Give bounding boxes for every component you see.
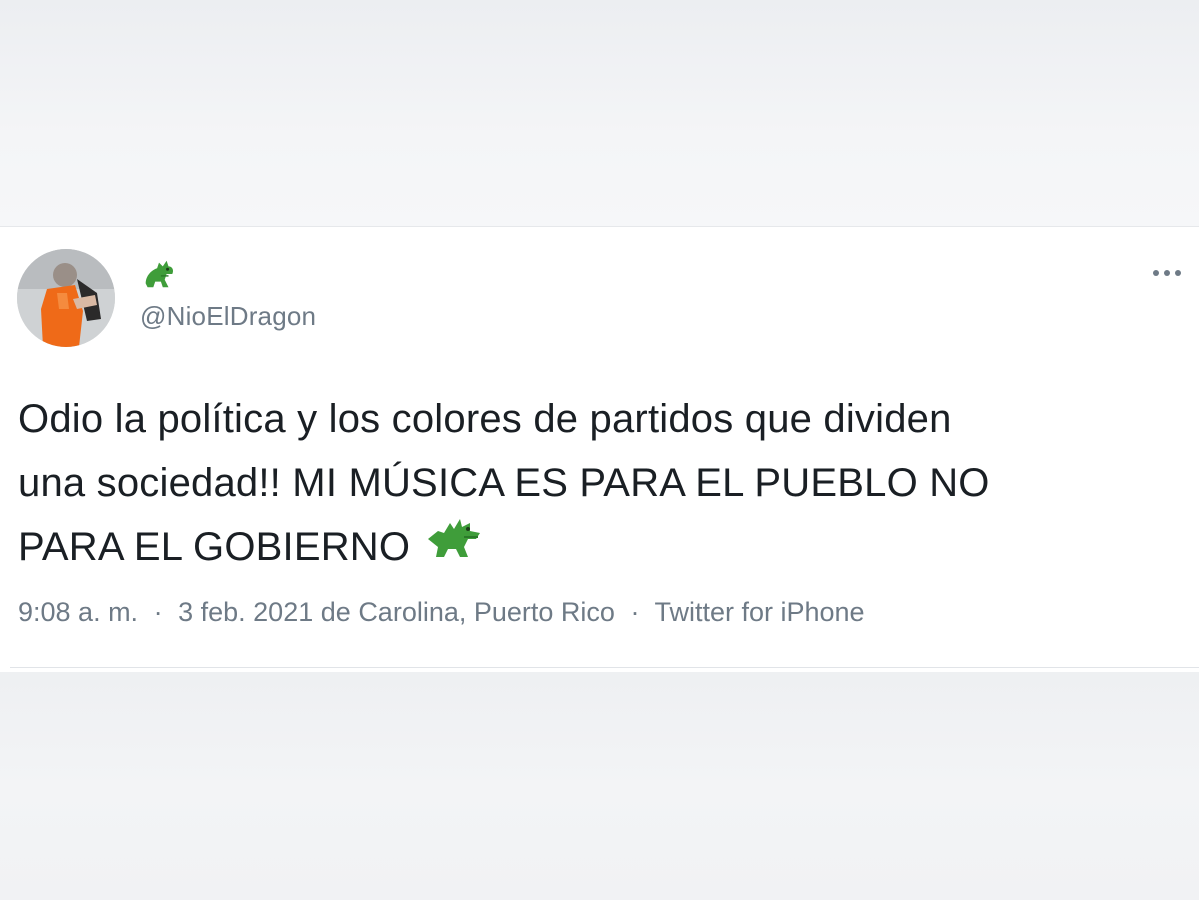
dragon-icon xyxy=(424,509,484,578)
tweet-metadata: 9:08 a. m. · 3 feb. 2021 de Carolina, Pu… xyxy=(18,597,865,628)
tweet-text-line-content: PARA EL GOBIERNO xyxy=(18,525,411,570)
tweet-text-line: una sociedad!! MI MÚSICA ES PARA EL PUEB… xyxy=(18,461,990,505)
tweet-date[interactable]: 3 feb. 2021 xyxy=(178,597,313,627)
tweet-header: @NioElDragon xyxy=(140,255,316,332)
tweet-text-line-last: PARA EL GOBIERNO xyxy=(18,515,1168,584)
tweet-text-line: Odio la política y los colores de partid… xyxy=(18,397,952,441)
avatar[interactable] xyxy=(17,249,115,347)
tweet-source[interactable]: Twitter for iPhone xyxy=(654,597,864,627)
more-dots-icon xyxy=(1153,270,1181,276)
display-name[interactable] xyxy=(140,255,316,295)
background-top xyxy=(0,0,1199,226)
background-bottom xyxy=(0,672,1199,900)
tweet-time[interactable]: 9:08 a. m. xyxy=(18,597,138,627)
user-handle[interactable]: @NioElDragon xyxy=(140,301,316,332)
separator: · xyxy=(630,597,640,627)
tweet-text: Odio la política y los colores de partid… xyxy=(18,387,1168,584)
page: @NioElDragon Odio la política y los colo… xyxy=(0,0,1199,900)
more-options-button[interactable] xyxy=(1149,261,1185,285)
location-prefix: de xyxy=(320,597,351,627)
divider xyxy=(10,667,1199,668)
dragon-icon xyxy=(145,260,174,288)
tweet-card[interactable]: @NioElDragon Odio la política y los colo… xyxy=(0,226,1199,672)
separator: · xyxy=(153,597,163,627)
tweet-location[interactable]: Carolina, Puerto Rico xyxy=(358,597,615,627)
